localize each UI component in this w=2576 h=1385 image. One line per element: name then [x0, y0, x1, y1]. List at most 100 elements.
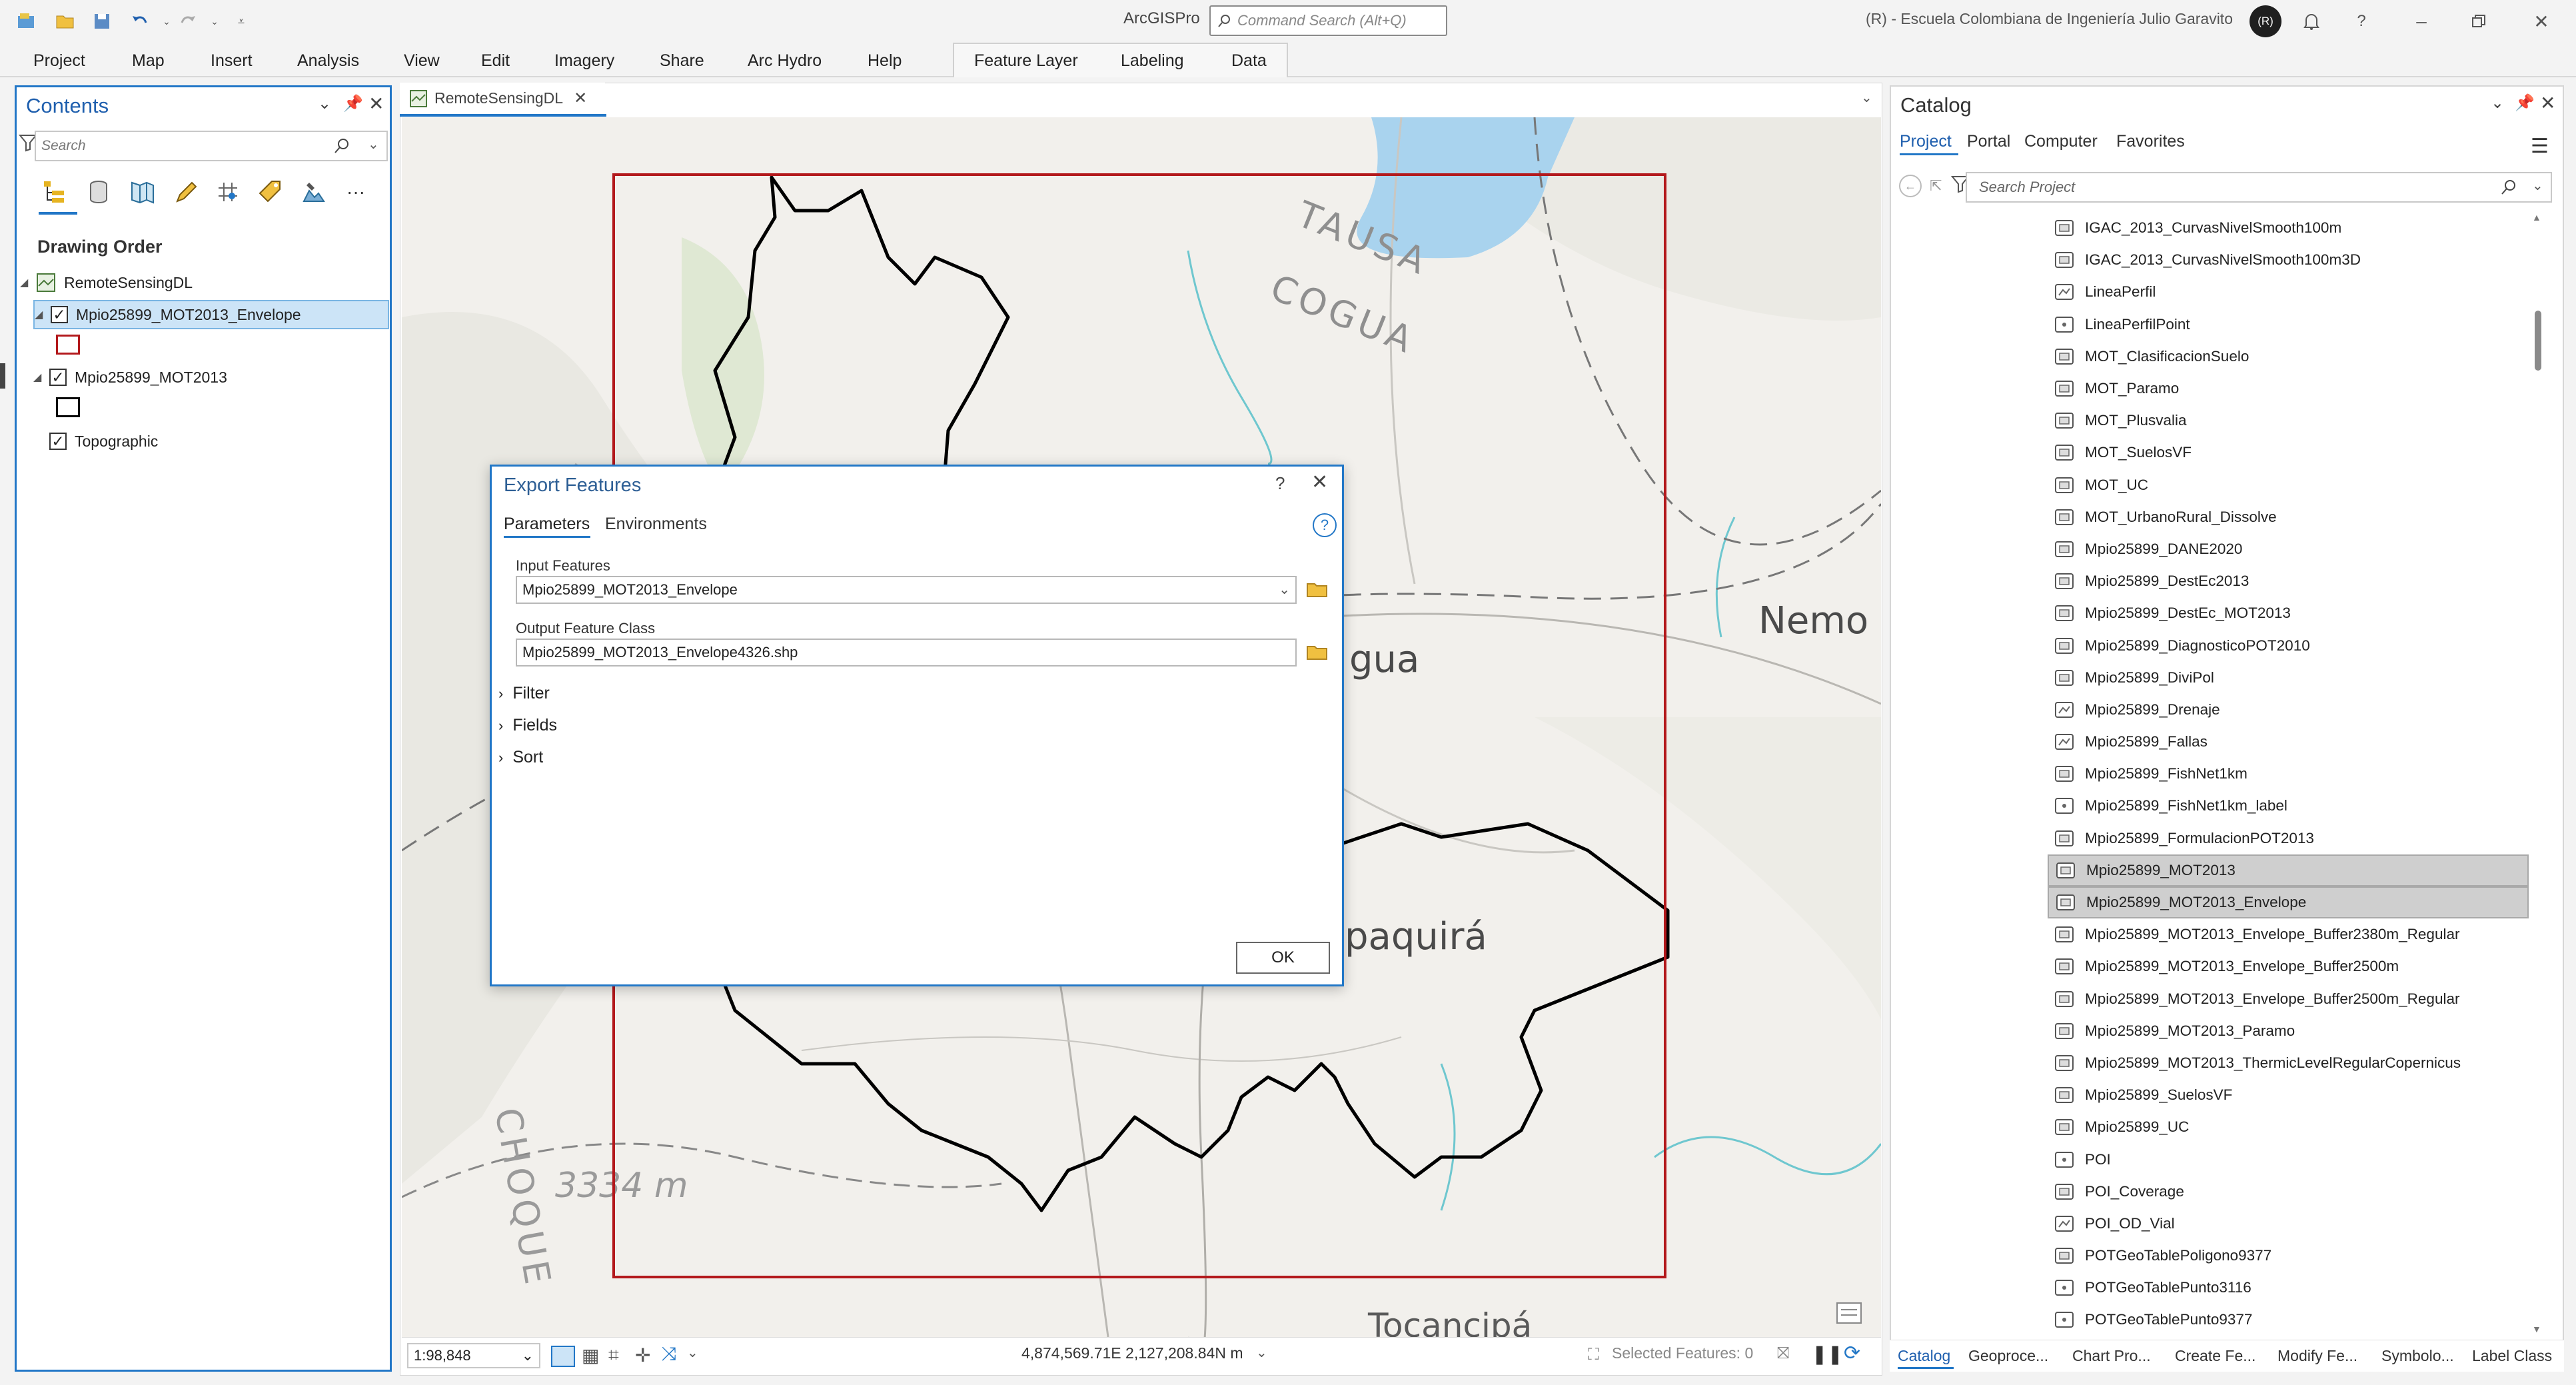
tab-share[interactable]: Share — [652, 47, 712, 75]
catalog-item[interactable]: MOT_Paramo — [2048, 373, 2529, 405]
catalog-item[interactable]: Mpio25899_Drenaje — [2048, 694, 2529, 726]
catalog-item[interactable]: Mpio25899_UC — [2048, 1111, 2529, 1143]
catalog-tab-favorites[interactable]: Favorites — [2116, 132, 2185, 151]
correction-icon[interactable]: ⤨ — [662, 1343, 676, 1365]
layer-visibility-checkbox[interactable]: ✓ — [49, 369, 67, 386]
catalog-item[interactable]: POTGeoTablePunto9377 — [2048, 1304, 2529, 1336]
catalog-tab-project[interactable]: Project — [1900, 132, 1952, 151]
pane-options-icon[interactable]: ⌄ — [318, 94, 331, 113]
catalog-item[interactable]: POTGeoTablePoligono9377 — [2048, 1240, 2529, 1272]
catalog-item[interactable]: Mpio25899_FishNet1km — [2048, 758, 2529, 790]
catalog-item[interactable]: LineaPerfilPoint — [2048, 309, 2529, 341]
restore-button[interactable] — [2463, 5, 2495, 37]
list-by-selection-icon[interactable] — [125, 175, 160, 209]
chevron-down-icon[interactable]: ⌄ — [522, 1347, 534, 1364]
list-by-editing-icon[interactable] — [168, 175, 203, 209]
scroll-up-icon[interactable]: ▲ — [2532, 212, 2541, 223]
open-project-icon[interactable] — [52, 8, 79, 35]
tab-edit[interactable]: Edit — [473, 47, 518, 75]
tab-environments[interactable]: Environments — [605, 515, 707, 534]
catalog-item[interactable]: POI_Coverage — [2048, 1176, 2529, 1208]
dialog-help-icon[interactable]: ? — [1275, 473, 1285, 494]
command-search-input[interactable]: Command Search (Alt+Q) — [1209, 5, 1447, 36]
catalog-item[interactable]: Mpio25899_MOT2013_Envelope — [2048, 886, 2529, 919]
search-options-chevron-icon[interactable]: ⌄ — [2532, 177, 2543, 194]
close-tab-icon[interactable]: ✕ — [574, 89, 587, 108]
input-features-dropdown[interactable]: Mpio25899_MOT2013_Envelope ⌄ — [516, 576, 1297, 604]
catalog-item[interactable]: Mpio25899_MOT2013 — [2048, 854, 2529, 886]
close-pane-icon[interactable]: ✕ — [368, 93, 384, 115]
refresh-map-icon[interactable]: ⟳ — [1844, 1342, 1860, 1365]
catalog-item[interactable]: MOT_UrbanoRural_Dissolve — [2048, 501, 2529, 533]
layer-row-mpio[interactable]: ◢ ✓ Mpio25899_MOT2013 — [33, 363, 227, 392]
catalog-item[interactable]: MOT_Plusvalia — [2048, 405, 2529, 437]
bottom-tab-label-class[interactable]: Label Class — [2472, 1347, 2552, 1365]
bottom-tab-geoprocessing[interactable]: Geoproce... — [1968, 1347, 2048, 1365]
list-by-perspective-imagery-icon[interactable] — [296, 175, 330, 209]
catalog-item[interactable]: Mpio25899_FormulacionPOT2013 — [2048, 822, 2529, 854]
catalog-item[interactable]: Mpio25899_SuelosVF — [2048, 1079, 2529, 1111]
customize-toolbar-icon[interactable]: ⩡ — [228, 8, 255, 35]
catalog-item[interactable]: Mpio25899_MOT2013_Envelope_Buffer2500m_R… — [2048, 983, 2529, 1015]
tab-help[interactable]: Help — [860, 47, 910, 75]
filter-expander[interactable]: › Filter — [498, 684, 550, 703]
layer-row-envelope[interactable]: ◢ ✓ Mpio25899_MOT2013_Envelope — [33, 300, 389, 329]
refresh-selection-icon[interactable]: ⛝ — [1777, 1344, 1789, 1363]
catalog-tab-portal[interactable]: Portal — [1967, 132, 2010, 151]
minimize-button[interactable]: – — [2405, 5, 2437, 37]
tab-data[interactable]: Data — [1223, 47, 1275, 75]
tab-insert[interactable]: Insert — [203, 47, 261, 75]
catalog-item[interactable]: POI_OD_Vial — [2048, 1208, 2529, 1240]
catalog-search-input[interactable]: Search Project ⌄ — [1966, 172, 2552, 203]
bottom-tab-create-features[interactable]: Create Fe... — [2175, 1347, 2255, 1365]
avatar[interactable]: (R) — [2250, 5, 2281, 37]
catalog-item[interactable]: IGAC_2013_CurvasNivelSmooth100m — [2048, 212, 2529, 244]
list-by-labeling-icon[interactable] — [253, 175, 288, 209]
bottom-tab-symbology[interactable]: Symbolo... — [2381, 1347, 2454, 1365]
catalog-item[interactable]: Mpio25899_MOT2013_ThermicLevelRegularCop… — [2048, 1047, 2529, 1079]
pause-drawing-icon[interactable]: ❚❚ — [1812, 1343, 1843, 1365]
catalog-item[interactable]: MOT_UC — [2048, 469, 2529, 501]
catalog-item[interactable]: IGAC_2013_CurvasNivelSmooth100m3D — [2048, 244, 2529, 276]
catalog-item[interactable]: Mpio25899_MOT2013_Paramo — [2048, 1015, 2529, 1047]
chevron-down-icon[interactable]: ⌄ — [687, 1344, 698, 1361]
redo-dropdown-icon[interactable]: ⌄ — [201, 8, 228, 35]
tooltip-legend-icon[interactable] — [1834, 1300, 1865, 1327]
tab-feature-layer[interactable]: Feature Layer — [966, 47, 1086, 75]
search-icon[interactable] — [2500, 179, 2517, 196]
tab-imagery[interactable]: Imagery — [546, 47, 622, 75]
tab-map[interactable]: Map — [124, 47, 173, 75]
search-icon[interactable] — [333, 137, 350, 155]
catalog-item[interactable]: Mpio25899_MOT2013_Envelope_Buffer2380m_R… — [2048, 918, 2529, 950]
bottom-tab-catalog[interactable]: Catalog — [1898, 1347, 1950, 1365]
catalog-item[interactable]: LineaPerfil — [2048, 276, 2529, 308]
tab-analysis[interactable]: Analysis — [289, 47, 367, 75]
catalog-scrollbar[interactable]: ▲ ▼ — [2532, 212, 2547, 1338]
ok-button[interactable]: OK — [1236, 942, 1330, 974]
close-window-button[interactable]: ✕ — [2525, 5, 2557, 37]
layer-symbol-swatch-red[interactable] — [56, 335, 80, 355]
constraints-icon[interactable]: ✛ — [635, 1344, 650, 1366]
notifications-icon[interactable] — [2295, 5, 2327, 37]
tab-arc-hydro[interactable]: Arc Hydro — [740, 47, 830, 75]
map-tab[interactable]: RemoteSensingDL ✕ — [400, 83, 605, 116]
tab-parameters[interactable]: Parameters — [504, 515, 590, 534]
scrollbar-thumb[interactable] — [2535, 311, 2541, 371]
list-by-snapping-icon[interactable] — [211, 175, 245, 209]
layer-symbol-swatch-black[interactable] — [56, 397, 80, 417]
bottom-tab-modify-features[interactable]: Modify Fe... — [2277, 1347, 2357, 1365]
layer-row-topographic[interactable]: ✓ Topographic — [49, 427, 158, 456]
catalog-item[interactable]: Mpio25899_FishNet1km_label — [2048, 790, 2529, 822]
layer-visibility-checkbox[interactable]: ✓ — [49, 433, 67, 450]
contents-search-input[interactable]: Search ⌄ — [35, 131, 388, 161]
map-fixed-extent-icon[interactable] — [551, 1346, 575, 1367]
output-feature-class-input[interactable]: Mpio25899_MOT2013_Envelope4326.shp — [516, 639, 1297, 667]
layer-visibility-checkbox[interactable]: ✓ — [51, 306, 68, 323]
tab-list-chevron-icon[interactable]: ⌄ — [1861, 89, 1872, 106]
pane-options-icon[interactable]: ⌄ — [2491, 93, 2504, 113]
snapping-icon[interactable]: ⌗ — [608, 1344, 619, 1366]
scroll-down-icon[interactable]: ▼ — [2532, 1324, 2541, 1334]
coordinate-format-chevron-icon[interactable]: ⌄ — [1256, 1344, 1267, 1361]
catalog-item[interactable]: MOT_SuelosVF — [2048, 437, 2529, 469]
close-pane-icon[interactable]: ✕ — [2540, 92, 2555, 114]
